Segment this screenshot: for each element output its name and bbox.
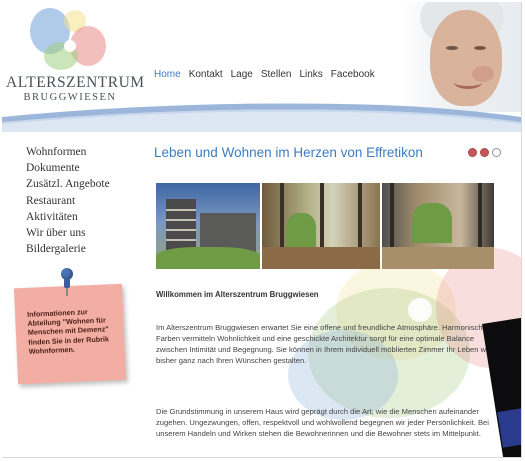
- slider-dot-1[interactable]: [468, 148, 477, 157]
- header-wave-divider: [2, 103, 521, 132]
- logo-blob-white: [64, 40, 76, 52]
- portrait-eye-right: [474, 46, 486, 50]
- top-nav-home[interactable]: Home: [154, 69, 181, 80]
- welcome-heading: Willkommen im Alterszentrum Bruggwiesen: [156, 290, 319, 299]
- side-nav-wir-ueber-uns[interactable]: Wir über uns: [26, 225, 110, 241]
- top-nav-kontakt[interactable]: Kontakt: [189, 69, 223, 80]
- intro-paragraph-1: Im Alterszentrum Bruggwiesen erwartet Si…: [156, 323, 492, 365]
- pushpin-icon: [60, 268, 74, 298]
- top-nav-lage[interactable]: Lage: [231, 69, 253, 80]
- page-title: Leben und Wohnen im Herzen von Effretiko…: [154, 145, 423, 160]
- top-nav-links[interactable]: Links: [299, 69, 322, 80]
- side-nav-zusaetzl-angebote[interactable]: Zusätzl. Angebote: [26, 176, 110, 192]
- slider-pagination: [468, 148, 501, 157]
- side-nav-restaurant[interactable]: Restaurant: [26, 193, 110, 209]
- photo-gallery: [156, 183, 494, 269]
- note-text: Informationen zur Abteilung "Wohnen für …: [26, 307, 110, 356]
- portrait-face: [430, 10, 502, 106]
- portrait-smile: [454, 76, 482, 89]
- photo-corridor-floor: [382, 247, 494, 269]
- side-nav-wohnformen[interactable]: Wohnformen: [26, 144, 110, 160]
- photo-atrium-tree: [286, 213, 316, 249]
- slider-dot-3[interactable]: [492, 148, 501, 157]
- photo-corridor-interior[interactable]: [382, 183, 494, 269]
- photo-atrium-floor: [262, 247, 380, 269]
- photo-atrium-interior[interactable]: [262, 183, 380, 269]
- portrait-eye-left: [446, 46, 458, 50]
- photo-building-exterior[interactable]: [156, 183, 260, 269]
- photo-courtyard-plants: [412, 203, 452, 243]
- logo-title[interactable]: ALTERSZENTRUM: [6, 74, 144, 92]
- photo-building-block: [166, 199, 196, 253]
- page-frame: ALTERSZENTRUM BRUGGWIESEN Home Kontakt L…: [2, 2, 522, 458]
- overlapping-blue-element: [497, 408, 521, 448]
- side-navigation: Wohnformen Dokumente Zusätzl. Angebote R…: [26, 144, 110, 257]
- slider-dot-2[interactable]: [480, 148, 489, 157]
- dementia-info-note[interactable]: Informationen zur Abteilung "Wohnen für …: [13, 283, 127, 385]
- bg-blob-white: [408, 298, 432, 322]
- top-nav-stellen[interactable]: Stellen: [261, 69, 292, 80]
- header-portrait-image: [402, 2, 521, 112]
- side-nav-bildergalerie[interactable]: Bildergalerie: [26, 241, 110, 257]
- photo-lawn: [156, 247, 260, 269]
- intro-paragraph-2: Die Grundstimmung in unserem Haus wird g…: [156, 407, 489, 438]
- top-nav-facebook[interactable]: Facebook: [331, 69, 375, 80]
- side-nav-aktivitaeten[interactable]: Aktivitäten: [26, 209, 110, 225]
- top-navigation: Home Kontakt Lage Stellen Links Facebook: [154, 69, 375, 80]
- side-nav-dokumente[interactable]: Dokumente: [26, 160, 110, 176]
- logo-graphic[interactable]: [24, 6, 124, 70]
